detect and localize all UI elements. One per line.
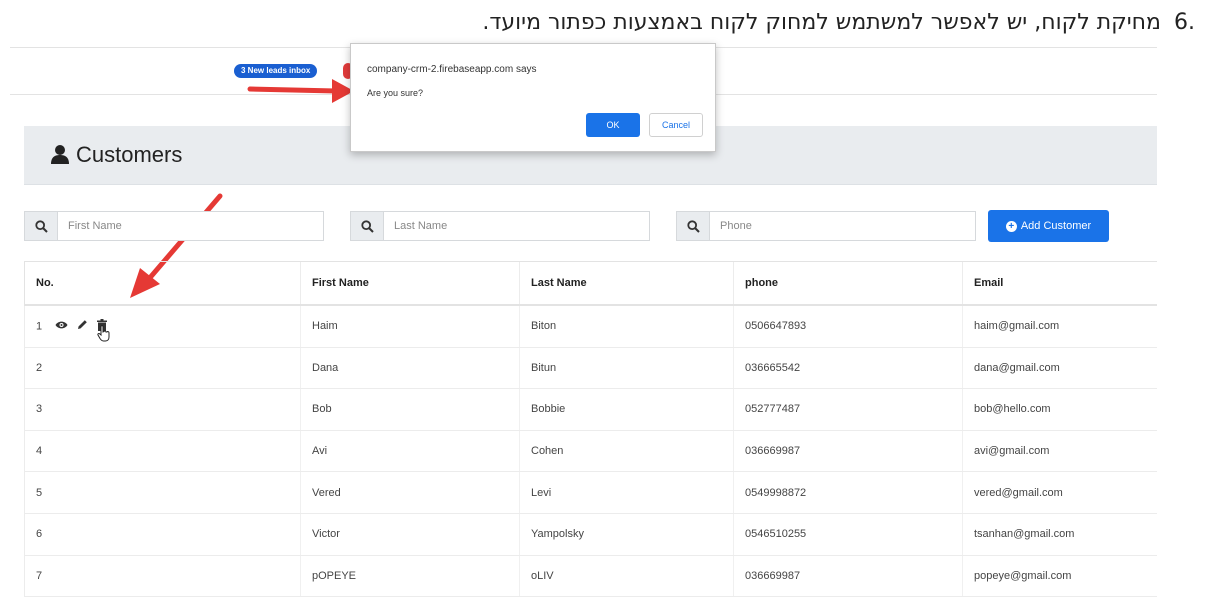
annotation-arrow-dialog (247, 79, 354, 103)
dialog-origin: company-crm-2.firebaseapp.com says (367, 64, 537, 75)
phone-cell: 0549998872 (733, 471, 963, 514)
row-number-cell: 1 (24, 305, 301, 348)
table-row[interactable]: 5 Vered Levi 0549998872 vered@gmail.com (24, 471, 1157, 514)
phone-cell: 0546510255 (733, 513, 963, 556)
last-name-cell: Yampolsky (519, 513, 734, 556)
column-header-email[interactable]: Email (962, 261, 1157, 306)
user-icon (50, 144, 70, 169)
plus-circle-icon: + (1005, 220, 1017, 232)
phone-input[interactable] (710, 211, 976, 241)
dialog-message: Are you sure? (367, 88, 424, 98)
phone-cell: 036669987 (733, 555, 963, 598)
eye-icon[interactable] (55, 320, 68, 333)
add-customer-button[interactable]: + Add Customer (988, 210, 1109, 242)
row-actions (55, 318, 110, 342)
table-row[interactable]: 3 Bob Bobbie 052777487 bob@hello.com (24, 388, 1157, 431)
email-cell: tsanhan@gmail.com (962, 513, 1157, 556)
first-name-cell: Vered (300, 471, 520, 514)
phone-cell: 036669987 (733, 430, 963, 473)
row-number-cell: 7 (24, 555, 301, 598)
last-name-cell: Bobbie (519, 388, 734, 431)
last-name-search (350, 211, 650, 241)
first-name-input[interactable] (58, 211, 324, 241)
instruction-text: מחיקת לקוח, יש לאפשר למשתמש למחוק לקוח ב… (482, 10, 1161, 35)
email-cell: popeye@gmail.com (962, 555, 1157, 598)
pencil-icon[interactable] (77, 319, 88, 333)
instruction-caption: .6 מחיקת לקוח, יש לאפשר למשתמש למחוק לקו… (482, 10, 1195, 35)
first-name-cell: Bob (300, 388, 520, 431)
instruction-number: .6 (1174, 10, 1195, 35)
table-row[interactable]: 1 Haim Biton 0506647893 haim@gmail.com (24, 305, 1157, 348)
search-icon (676, 211, 710, 241)
email-cell: bob@hello.com (962, 388, 1157, 431)
hand-cursor-icon (97, 325, 111, 345)
phone-cell: 036665542 (733, 347, 963, 390)
email-cell: dana@gmail.com (962, 347, 1157, 390)
first-name-cell: Victor (300, 513, 520, 556)
table-header-row: No. First Name Last Name phone Email (24, 261, 1157, 306)
column-header-first-name[interactable]: First Name (300, 261, 520, 306)
table-row[interactable]: 4 Avi Cohen 036669987 avi@gmail.com (24, 430, 1157, 473)
first-name-cell: pOPEYE (300, 555, 520, 598)
table-row[interactable]: 7 pOPEYE oLIV 036669987 popeye@gmail.com (24, 555, 1157, 598)
phone-cell: 052777487 (733, 388, 963, 431)
last-name-cell: Bitun (519, 347, 734, 390)
page-title: Customers (76, 142, 183, 167)
add-customer-label: Add Customer (1020, 220, 1092, 232)
row-number-cell: 3 (24, 388, 301, 431)
last-name-input[interactable] (384, 211, 650, 241)
table-row[interactable]: 6 Victor Yampolsky 0546510255 tsanhan@gm… (24, 513, 1157, 556)
last-name-cell: Levi (519, 471, 734, 514)
email-cell: haim@gmail.com (962, 305, 1157, 348)
search-icon (350, 211, 384, 241)
first-name-cell: Dana (300, 347, 520, 390)
last-name-cell: oLIV (519, 555, 734, 598)
row-number-cell: 5 (24, 471, 301, 514)
first-name-cell: Haim (300, 305, 520, 348)
row-number-cell: 6 (24, 513, 301, 556)
table-row[interactable]: 2 Dana Bitun 036665542 dana@gmail.com (24, 347, 1157, 390)
email-cell: avi@gmail.com (962, 430, 1157, 473)
column-header-phone[interactable]: phone (733, 261, 963, 306)
customers-table: No. First Name Last Name phone Email 1 H… (24, 261, 1157, 598)
last-name-cell: Cohen (519, 430, 734, 473)
phone-cell: 0506647893 (733, 305, 963, 348)
search-icon (24, 211, 58, 241)
dialog-ok-button[interactable]: OK (586, 113, 640, 137)
email-cell: vered@gmail.com (962, 471, 1157, 514)
phone-search (676, 211, 976, 241)
confirm-dialog: company-crm-2.firebaseapp.com says Are y… (350, 43, 716, 152)
first-name-search (24, 211, 324, 241)
dialog-cancel-button[interactable]: Cancel (649, 113, 703, 137)
first-name-cell: Avi (300, 430, 520, 473)
row-number-cell: 2 (24, 347, 301, 390)
row-number-cell: 4 (24, 430, 301, 473)
last-name-cell: Biton (519, 305, 734, 348)
column-header-no[interactable]: No. (24, 261, 301, 306)
column-header-last-name[interactable]: Last Name (519, 261, 734, 306)
row-number: 1 (36, 320, 43, 333)
